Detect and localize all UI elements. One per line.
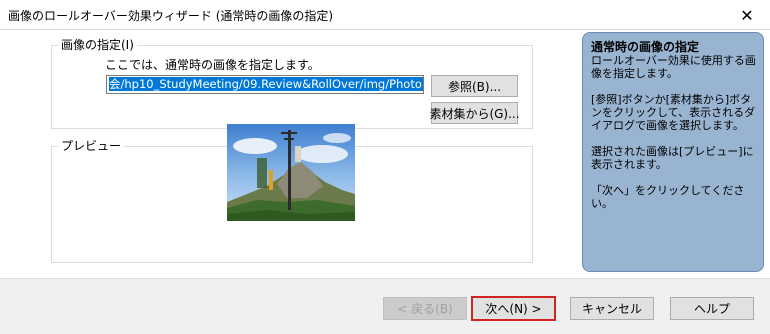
- close-icon: ✕: [740, 5, 754, 25]
- help-panel-title: 通常時の画像の指定: [591, 40, 700, 54]
- image-group-label: 画像の指定(I): [61, 38, 134, 52]
- help-panel-text: 「次へ」をクリックしてください。: [591, 184, 745, 210]
- preview-group-label: プレビュー: [61, 139, 122, 153]
- title-bar: 画像のロールオーバー効果ウィザード (通常時の画像の指定) ✕: [0, 0, 770, 30]
- browse-button[interactable]: 参照(B)...: [431, 75, 518, 97]
- mountain-photo-icon: [227, 124, 355, 221]
- close-button[interactable]: ✕: [724, 0, 770, 30]
- help-panel-text: 選択された画像は[プレビュー]に表示されます。: [591, 145, 754, 171]
- preview-image: [227, 124, 355, 221]
- help-panel: 通常時の画像の指定 ロールオーバー効果に使用する画像を指定します。 [参照]ボタ…: [582, 32, 764, 272]
- image-path-field[interactable]: 会/hp10_StudyMeeting/09.Review&RollOver/i…: [106, 75, 424, 94]
- cancel-button[interactable]: キャンセル: [570, 297, 654, 320]
- help-panel-text: ロールオーバー効果に使用する画像を指定します。: [591, 54, 756, 80]
- material-library-button[interactable]: 素材集から(G)...: [429, 102, 520, 124]
- image-hint-text: ここでは、通常時の画像を指定します。: [105, 58, 320, 72]
- back-button[interactable]: < 戻る(B): [383, 297, 467, 320]
- help-panel-text: [参照]ボタンか[素材集から]ボタンをクリックして、表示されるダイアログで画像を…: [591, 93, 756, 132]
- window-title: 画像のロールオーバー効果ウィザード (通常時の画像の指定): [8, 9, 334, 23]
- help-button[interactable]: ヘルプ: [670, 297, 754, 320]
- image-path-value: 会/hp10_StudyMeeting/09.Review&RollOver/i…: [109, 77, 423, 91]
- next-button[interactable]: 次へ(N) >: [471, 296, 556, 321]
